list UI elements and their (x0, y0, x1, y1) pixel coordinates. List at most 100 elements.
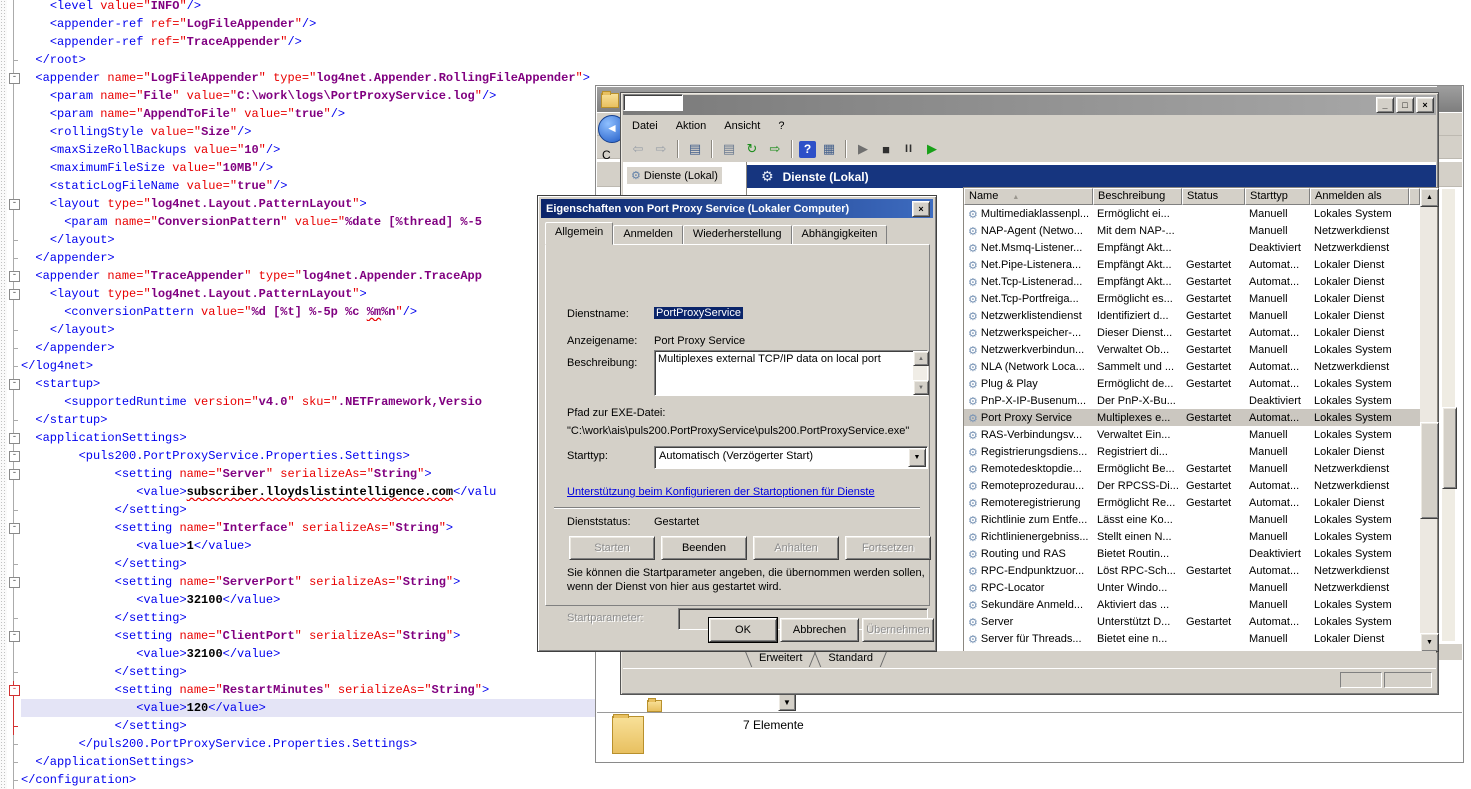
scroll-down-button[interactable]: ▼ (913, 380, 929, 395)
scroll-down-button[interactable]: ▼ (1420, 633, 1439, 652)
fold-toggle-icon[interactable]: - (9, 523, 20, 534)
fold-toggle-icon[interactable]: - (9, 631, 20, 642)
explorer-scrollbar[interactable] (1442, 189, 1455, 641)
fold-margin[interactable]: - (7, 267, 21, 285)
column-header-starttyp[interactable]: Starttyp (1245, 188, 1310, 205)
starttyp-combobox[interactable]: Automatisch (Verzögerter Start) ▼ (654, 446, 928, 469)
service-row[interactable]: ⚙Port Proxy ServiceMultiplexes e...Gesta… (964, 409, 1420, 426)
fold-margin[interactable]: - (7, 681, 21, 699)
xml-config-editor[interactable]: <level value="INFO"/> <appender-ref ref=… (0, 0, 625, 787)
fold-margin[interactable]: - (7, 573, 21, 591)
service-row[interactable]: ⚙NAP-Agent (Netwo...Mit dem NAP-...Manue… (964, 222, 1420, 239)
service-row[interactable]: ⚙Server für Threads...Bietet eine n...Ma… (964, 630, 1420, 647)
abbrechen-button[interactable]: Abbrechen (780, 618, 859, 642)
field-scrollbar[interactable]: ▲ ▼ (913, 351, 927, 395)
tree-item-dienste-lokal[interactable]: ⚙ Dienste (Lokal) (627, 167, 722, 184)
list-scrollbar[interactable]: ▲ ▼ (1420, 188, 1437, 652)
export-list-icon[interactable]: ⇨ (765, 139, 785, 159)
fold-margin[interactable]: - (7, 627, 21, 645)
ok-button[interactable]: OK (709, 618, 777, 642)
back-icon[interactable]: ⇦ (628, 139, 648, 159)
pause-service-icon[interactable]: II (899, 139, 919, 159)
fold-margin[interactable]: - (7, 465, 21, 483)
view-tab-erweitert[interactable]: Erweitert (746, 651, 815, 667)
fold-toggle-icon[interactable]: - (9, 199, 20, 210)
column-header-status[interactable]: Status (1182, 188, 1245, 205)
column-header-beschreibung[interactable]: Beschreibung (1093, 188, 1182, 205)
combo-dropdown-button[interactable]: ▼ (908, 448, 926, 467)
service-row[interactable]: ⚙Remotedesktopdie...Ermöglicht Be...Gest… (964, 460, 1420, 477)
view-tab-standard[interactable]: Standard (815, 651, 886, 667)
service-row[interactable]: ⚙RemoteregistrierungErmöglicht Re...Gest… (964, 494, 1420, 511)
service-row[interactable]: ⚙Net.Pipe-Listenera...Empfängt Akt...Ges… (964, 256, 1420, 273)
service-row[interactable]: ⚙NetzwerklistendienstIdentifiziert d...G… (964, 307, 1420, 324)
service-row[interactable]: ⚙Multimediaklassenpl...Ermöglicht ei...M… (964, 205, 1420, 222)
extended-view-icon[interactable]: ▦ (819, 139, 839, 159)
fold-margin[interactable]: - (7, 429, 21, 447)
service-row[interactable]: ⚙ServerUnterstützt D...GestartetAutomat.… (964, 613, 1420, 630)
service-row[interactable]: ⚙Remoteprozedurau...Der RPCSS-Di...Gesta… (964, 477, 1420, 494)
fold-toggle-icon[interactable]: - (9, 73, 20, 84)
tab-anmelden[interactable]: Anmelden (613, 225, 683, 245)
services-titlebar[interactable]: ⚙ Dienste (623, 95, 1436, 115)
service-row[interactable]: ⚙Plug & PlayErmöglicht de...GestartetAut… (964, 375, 1420, 392)
refresh-icon[interactable]: ↻ (742, 139, 762, 159)
show-console-tree-icon[interactable]: ▤ (685, 139, 705, 159)
column-header-name[interactable]: Name▲ (964, 188, 1093, 205)
stop-service-icon[interactable]: ■ (876, 139, 896, 159)
fold-margin[interactable]: - (7, 375, 21, 393)
scroll-up-button[interactable]: ▲ (1420, 188, 1439, 207)
start-service-icon[interactable]: ▶ (853, 139, 873, 159)
service-row[interactable]: ⚙NLA (Network Loca...Sammelt und ...Gest… (964, 358, 1420, 375)
service-row[interactable]: ⚙Net.Tcp-Portfreiga...Ermöglicht es...Ge… (964, 290, 1420, 307)
service-row[interactable]: ⚙RAS-Verbindungsv...Verwaltet Ein...Manu… (964, 426, 1420, 443)
dienstname-value[interactable]: PortProxyService (654, 307, 743, 319)
dropdown-button[interactable]: ▼ (778, 693, 796, 711)
scrollbar-thumb[interactable] (1420, 422, 1439, 519)
scroll-up-button[interactable]: ▲ (913, 351, 929, 366)
beenden-button[interactable]: Beenden (661, 536, 747, 560)
fold-toggle-icon[interactable]: - (9, 469, 20, 480)
minimize-button[interactable]: _ (1376, 97, 1394, 113)
service-row[interactable]: ⚙Routing und RASBietet Routin...Deaktivi… (964, 545, 1420, 562)
restart-service-icon[interactable]: ▶ (922, 139, 942, 159)
close-button[interactable]: × (912, 201, 930, 217)
service-row[interactable]: ⚙PnP-X-IP-Busenum...Der PnP-X-Bu...Deakt… (964, 392, 1420, 409)
service-row[interactable]: ⚙Registrierungsdiens...Registriert di...… (964, 443, 1420, 460)
fold-toggle-icon[interactable]: - (9, 379, 20, 390)
tab-abh-ngigkeiten[interactable]: Abhängigkeiten (792, 225, 888, 245)
menu-ansicht[interactable]: Ansicht (715, 118, 769, 134)
properties-icon[interactable]: ▤ (719, 139, 739, 159)
fold-margin[interactable]: - (7, 447, 21, 465)
fold-toggle-icon[interactable]: - (9, 271, 20, 282)
service-row[interactable]: ⚙RPC-LocatorUnter Windo...ManuellNetzwer… (964, 579, 1420, 596)
fold-toggle-icon[interactable]: - (9, 289, 20, 300)
service-row[interactable]: ⚙Netzwerkverbindun...Verwaltet Ob...Gest… (964, 341, 1420, 358)
menu-aktion[interactable]: Aktion (667, 118, 716, 134)
fold-toggle-icon[interactable]: - (9, 577, 20, 588)
startoptions-help-link[interactable]: Unterstützung beim Konfigurieren der Sta… (567, 486, 875, 498)
scrollbar-thumb[interactable] (1442, 407, 1457, 489)
service-row[interactable]: ⚙RPC-Endpunktzuor...Löst RPC-Sch...Gesta… (964, 562, 1420, 579)
fold-toggle-icon[interactable]: - (9, 433, 20, 444)
tab-wiederherstellung[interactable]: Wiederherstellung (683, 225, 792, 245)
service-row[interactable]: ⚙Net.Tcp-Listenerad...Empfängt Akt...Ges… (964, 273, 1420, 290)
fold-toggle-icon[interactable]: - (9, 451, 20, 462)
fold-toggle-icon[interactable]: - (9, 685, 20, 696)
fold-margin[interactable]: - (7, 285, 21, 303)
help-icon[interactable]: ? (799, 141, 816, 158)
close-button[interactable]: × (1416, 97, 1434, 113)
service-row[interactable]: ⚙Richtlinie zum Entfe...Lässt eine Ko...… (964, 511, 1420, 528)
beschreibung-field[interactable]: Multiplexes external TCP/IP data on loca… (654, 350, 928, 396)
service-row[interactable]: ⚙Richtlinienergebniss...Stellt einen N..… (964, 528, 1420, 545)
fold-margin[interactable]: - (7, 195, 21, 213)
forward-icon[interactable]: ⇨ (651, 139, 671, 159)
service-row[interactable]: ⚙Netzwerkspeicher-...Dieser Dienst...Ges… (964, 324, 1420, 341)
service-row[interactable]: ⚙Sekundäre Anmeld...Aktiviert das ...Man… (964, 596, 1420, 613)
column-header-anmelden-als[interactable]: Anmelden als (1310, 188, 1409, 205)
maximize-button[interactable]: □ (1396, 97, 1414, 113)
fold-margin[interactable]: - (7, 69, 21, 87)
menu-help[interactable]: ? (769, 118, 793, 134)
service-row[interactable]: ⚙Net.Msmq-Listener...Empfängt Akt...Deak… (964, 239, 1420, 256)
tree-folder-icon[interactable] (647, 700, 662, 712)
